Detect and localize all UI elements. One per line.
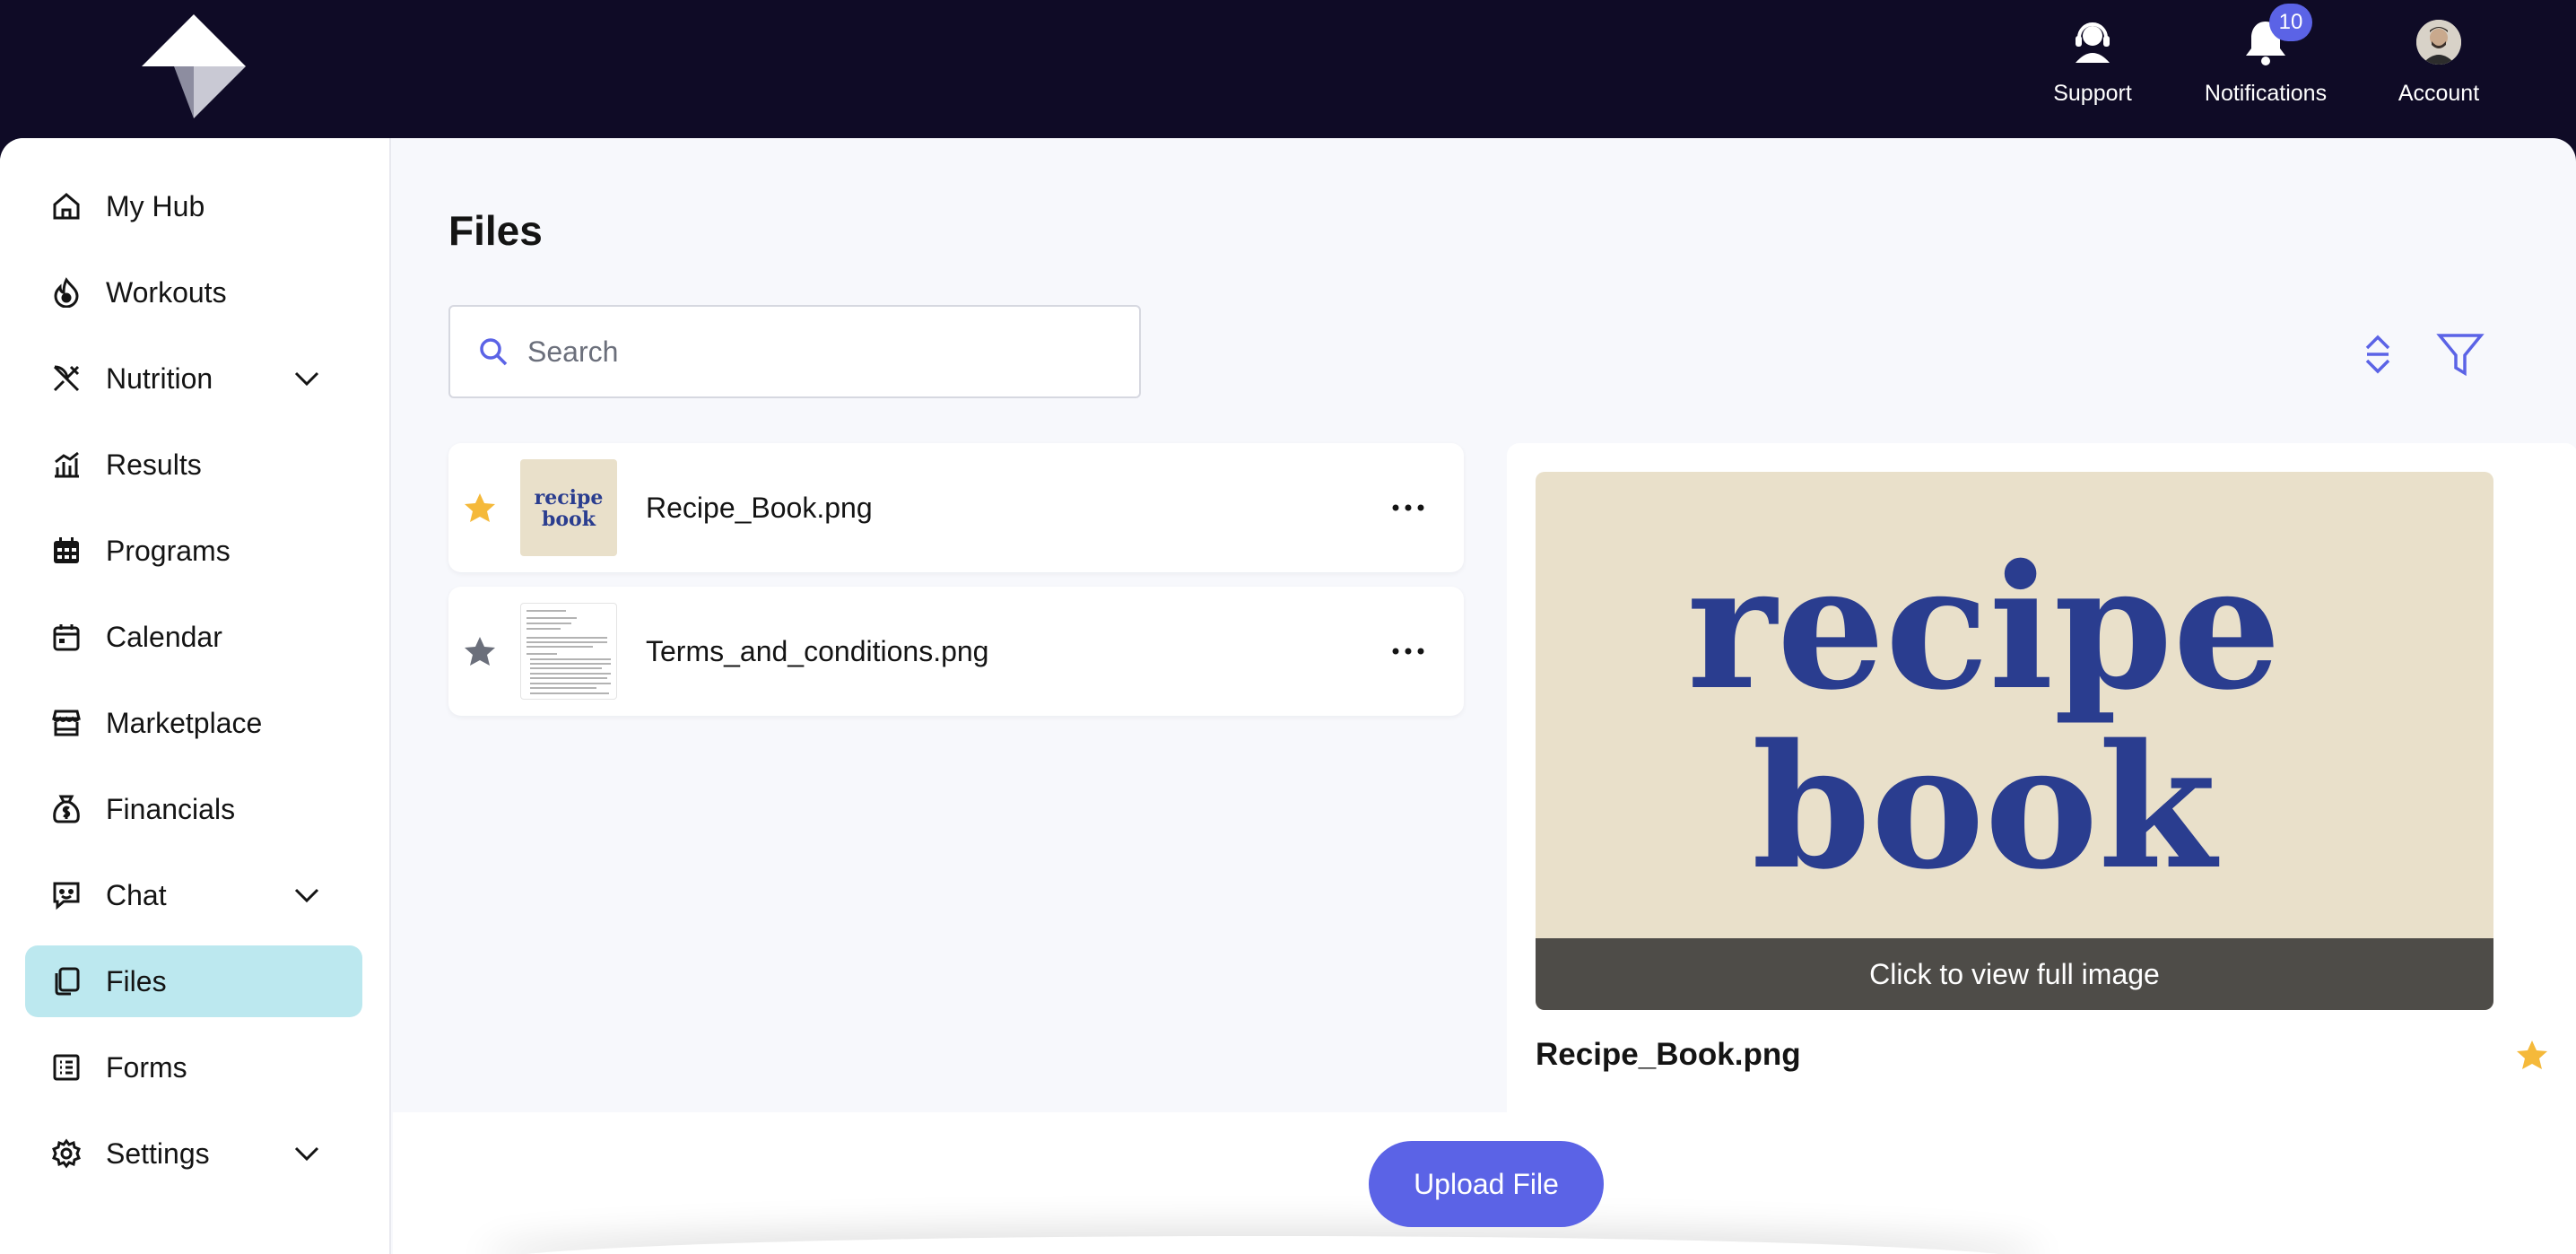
search-box[interactable] bbox=[448, 305, 1141, 398]
preview-image[interactable]: recipe book Click to view full image bbox=[1536, 472, 2493, 1010]
store-icon bbox=[50, 707, 83, 739]
sidebar-item-forms[interactable]: Forms bbox=[25, 1032, 362, 1103]
app-shell: My Hub Workouts Nutrition Results Progra… bbox=[0, 138, 2576, 1254]
more-options-icon[interactable] bbox=[1388, 493, 1428, 522]
account-button[interactable]: Account bbox=[2380, 16, 2497, 107]
sidebar-item-label: Settings bbox=[106, 1136, 210, 1170]
sidebar-item-label: Forms bbox=[106, 1050, 187, 1084]
star-icon[interactable] bbox=[463, 492, 497, 526]
bottom-action-bar: Upload File bbox=[393, 1112, 2576, 1254]
sidebar-item-label: Nutrition bbox=[106, 361, 213, 395]
top-bar: Support 10 Notifications Account bbox=[0, 0, 2576, 138]
chevron-down-icon[interactable] bbox=[291, 362, 323, 395]
sidebar-item-label: Workouts bbox=[106, 275, 227, 309]
sidebar-item-results[interactable]: Results bbox=[25, 429, 362, 501]
page-title: Files bbox=[448, 207, 543, 254]
recipe-text-line1: recipe bbox=[1687, 527, 2282, 727]
file-thumbnail: recipe book bbox=[520, 459, 617, 556]
sidebar-item-calendar[interactable]: Calendar bbox=[25, 601, 362, 673]
sidebar-item-programs[interactable]: Programs bbox=[25, 515, 362, 587]
support-label: Support bbox=[2053, 81, 2132, 106]
file-thumbnail bbox=[520, 603, 617, 700]
sidebar-item-settings[interactable]: Settings bbox=[25, 1118, 362, 1189]
filter-icon[interactable] bbox=[2436, 330, 2485, 379]
home-icon bbox=[50, 190, 83, 222]
svg-text:recipe: recipe bbox=[535, 486, 604, 509]
sidebar-item-label: My Hub bbox=[106, 189, 205, 222]
preview-file-name: Recipe_Book.png bbox=[1536, 1037, 1801, 1072]
calendar-icon bbox=[50, 621, 83, 653]
sidebar-item-workouts[interactable]: Workouts bbox=[25, 257, 362, 328]
avatar bbox=[2416, 20, 2461, 65]
list-item[interactable]: Terms_and_conditions.png bbox=[448, 587, 1464, 716]
sidebar-item-label: Results bbox=[106, 448, 202, 481]
search-icon bbox=[480, 338, 508, 366]
svg-text:book: book bbox=[542, 508, 596, 531]
sidebar-item-label: Calendar bbox=[106, 620, 222, 653]
headset-icon bbox=[2067, 16, 2119, 68]
utensils-icon bbox=[50, 362, 83, 395]
flame-icon bbox=[50, 276, 83, 309]
sidebar-item-label: Files bbox=[106, 964, 167, 997]
star-icon[interactable] bbox=[2515, 1039, 2549, 1073]
recipe-text-line2: book bbox=[1752, 707, 2219, 907]
sidebar-item-files[interactable]: Files bbox=[25, 945, 362, 1017]
recipe-book-image: recipe book bbox=[1687, 527, 2282, 907]
file-name: Terms_and_conditions.png bbox=[646, 635, 989, 667]
chevron-down-icon[interactable] bbox=[291, 879, 323, 911]
sidebar-item-chat[interactable]: Chat bbox=[25, 859, 362, 931]
chart-icon bbox=[50, 448, 83, 481]
notifications-button[interactable]: 10 Notifications bbox=[2194, 4, 2337, 107]
main-content: Files recipe book Recipe_Book.png bbox=[393, 138, 2576, 1254]
account-label: Account bbox=[2398, 81, 2480, 106]
chevron-down-icon[interactable] bbox=[291, 1137, 323, 1170]
sidebar-item-label: Financials bbox=[106, 792, 236, 825]
upload-file-button[interactable]: Upload File bbox=[1369, 1141, 1604, 1227]
chat-icon bbox=[50, 879, 83, 911]
sidebar-item-my-hub[interactable]: My Hub bbox=[25, 170, 362, 242]
sidebar-item-label: Marketplace bbox=[106, 706, 263, 739]
sidebar-item-financials[interactable]: Financials bbox=[25, 773, 362, 845]
bottom-shadow bbox=[483, 1236, 2043, 1254]
form-icon bbox=[50, 1051, 83, 1084]
calendar-grid-icon bbox=[50, 535, 83, 567]
star-icon[interactable] bbox=[463, 635, 497, 669]
header-actions: Support 10 Notifications Account bbox=[2034, 4, 2497, 107]
sidebar-item-marketplace[interactable]: Marketplace bbox=[25, 687, 362, 759]
list-item[interactable]: recipe book Recipe_Book.png bbox=[448, 443, 1464, 572]
support-button[interactable]: Support bbox=[2034, 16, 2151, 107]
notification-badge: 10 bbox=[2269, 4, 2312, 41]
money-bag-icon bbox=[50, 793, 83, 825]
search-input[interactable] bbox=[527, 335, 1101, 369]
sidebar-item-label: Chat bbox=[106, 878, 167, 911]
gear-icon bbox=[50, 1137, 83, 1170]
more-options-icon[interactable] bbox=[1388, 637, 1428, 666]
sidebar-item-nutrition[interactable]: Nutrition bbox=[25, 343, 362, 414]
logo-icon[interactable] bbox=[140, 13, 248, 120]
document-preview-icon bbox=[527, 610, 611, 694]
notifications-label: Notifications bbox=[2204, 81, 2328, 106]
sidebar-item-label: Programs bbox=[106, 534, 231, 567]
sort-icon[interactable] bbox=[2354, 330, 2402, 379]
avatar-wrapper bbox=[2413, 16, 2465, 68]
sidebar: My Hub Workouts Nutrition Results Progra… bbox=[0, 138, 391, 1254]
files-icon bbox=[50, 965, 83, 997]
view-full-image-caption[interactable]: Click to view full image bbox=[1536, 938, 2493, 1010]
file-name: Recipe_Book.png bbox=[646, 492, 873, 524]
